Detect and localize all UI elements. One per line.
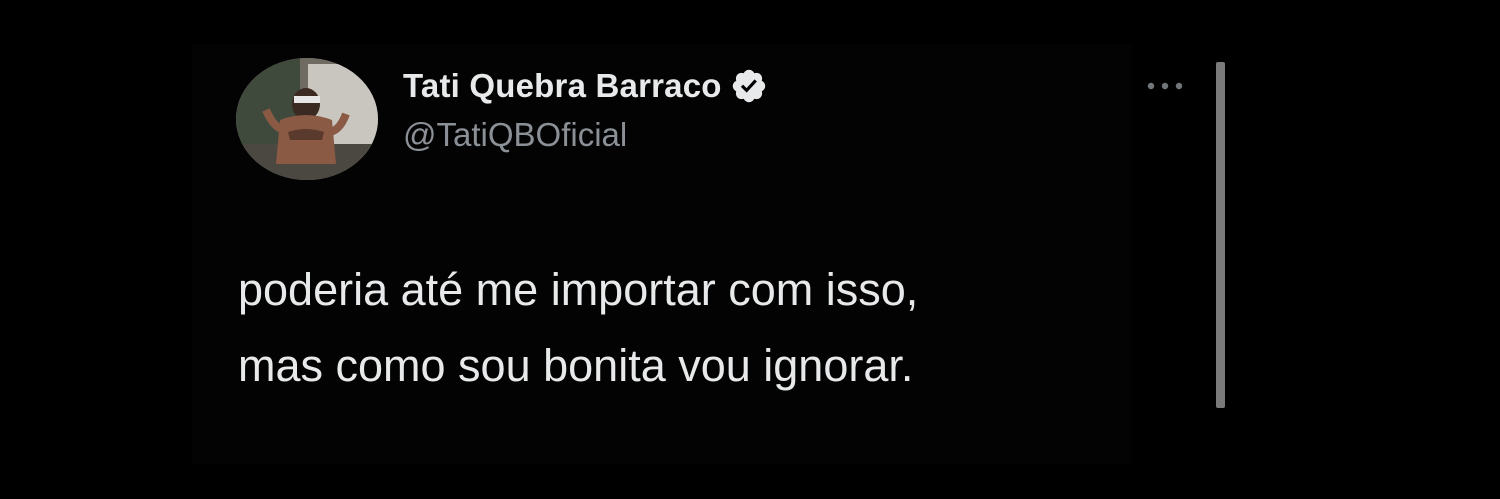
avatar[interactable] (236, 58, 378, 180)
tweet-text-line: poderia até me importar com isso, (238, 264, 919, 315)
display-name[interactable]: Tati Quebra Barraco (403, 67, 722, 105)
more-options-icon (1147, 82, 1183, 90)
vertical-divider (1216, 62, 1225, 408)
avatar-photo (236, 58, 378, 180)
more-options-button[interactable] (1143, 76, 1187, 96)
author-name-row[interactable]: Tati Quebra Barraco (403, 67, 768, 105)
tweet-text: poderia até me importar com isso, mas co… (238, 252, 918, 404)
tweet-text-line: mas como sou bonita vou ignorar. (238, 340, 914, 391)
verified-badge-icon (730, 67, 768, 105)
author-handle[interactable]: @TatiQBOficial (403, 116, 627, 154)
